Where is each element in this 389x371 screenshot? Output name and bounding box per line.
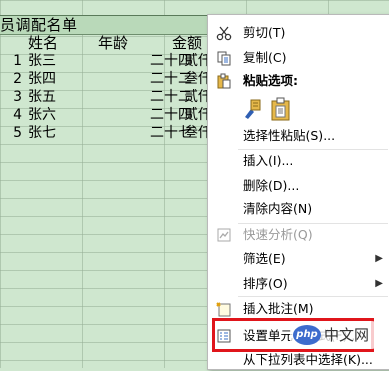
header-name[interactable]: 姓名 bbox=[28, 34, 58, 52]
age-cell[interactable]: 二十四 bbox=[118, 106, 192, 124]
name-cell[interactable]: 张三 bbox=[28, 52, 56, 70]
clipboard-icon bbox=[216, 73, 232, 89]
menu-label: 剪切(T) bbox=[243, 25, 286, 40]
menu-item-insert-comment[interactable]: 插入批注(M) bbox=[208, 298, 389, 320]
row-index: 1 bbox=[13, 53, 22, 69]
watermark-text: 中文网 bbox=[324, 326, 370, 344]
menu-item-delete[interactable]: 删除(D)... bbox=[208, 175, 389, 197]
menu-label: 插入(I)... bbox=[243, 153, 294, 168]
menu-label: 粘贴选项: bbox=[243, 73, 298, 88]
context-menu: 剪切(T) 复制(C) 粘贴选项: 选择性粘贴(S)... 插入(I)... 删… bbox=[207, 14, 389, 370]
row-index: 4 bbox=[13, 107, 22, 123]
menu-item-paste-special[interactable]: 选择性粘贴(S)... bbox=[208, 125, 389, 147]
menu-label: 插入批注(M) bbox=[243, 301, 314, 316]
header-age[interactable]: 年龄 bbox=[98, 34, 128, 52]
menu-divider bbox=[238, 296, 388, 297]
menu-item-clear-contents[interactable]: 清除内容(N) bbox=[208, 198, 389, 220]
paste-formatting-icon[interactable] bbox=[241, 97, 263, 121]
menu-item-insert[interactable]: 插入(I)... bbox=[208, 150, 389, 172]
menu-label: 筛选(E) bbox=[243, 251, 286, 266]
menu-label: 排序(O) bbox=[243, 276, 288, 291]
name-cell[interactable]: 张七 bbox=[28, 124, 56, 142]
quick-analysis-icon bbox=[216, 227, 232, 243]
age-cell[interactable]: 二十二 bbox=[118, 88, 192, 106]
watermark: php 中文网 bbox=[290, 321, 376, 349]
menu-label: 清除内容(N) bbox=[243, 201, 313, 216]
submenu-arrow-icon: ▶ bbox=[375, 278, 383, 289]
scissors-icon bbox=[216, 25, 232, 41]
comment-icon bbox=[216, 301, 232, 317]
age-cell[interactable]: 二十二 bbox=[118, 70, 192, 88]
header-amount[interactable]: 金额 bbox=[172, 34, 202, 52]
menu-item-filter[interactable]: 筛选(E) ▶ bbox=[208, 248, 389, 270]
paste-clipboard-icon[interactable] bbox=[270, 97, 292, 121]
menu-label: 删除(D)... bbox=[243, 178, 300, 193]
menu-item-copy[interactable]: 复制(C) bbox=[208, 47, 389, 69]
name-cell[interactable]: 张五 bbox=[28, 88, 56, 106]
name-cell[interactable]: 张六 bbox=[28, 106, 56, 124]
age-cell[interactable]: 二十七 bbox=[118, 124, 192, 142]
php-logo: php bbox=[293, 325, 321, 345]
row-index: 5 bbox=[13, 125, 22, 141]
paste-options-row bbox=[208, 93, 389, 125]
name-cell[interactable]: 张四 bbox=[28, 70, 56, 88]
menu-item-sort[interactable]: 排序(O) ▶ bbox=[208, 273, 389, 295]
row-index: 3 bbox=[13, 89, 22, 105]
menu-label: 选择性粘贴(S)... bbox=[243, 128, 336, 143]
row-index: 2 bbox=[13, 71, 22, 87]
copy-icon bbox=[216, 50, 232, 66]
menu-section-paste-options: 粘贴选项: bbox=[208, 70, 389, 92]
menu-label: 复制(C) bbox=[243, 50, 287, 65]
menu-label: 快速分析(Q) bbox=[243, 227, 313, 242]
menu-item-cut[interactable]: 剪切(T) bbox=[208, 22, 389, 44]
age-cell[interactable]: 二十四 bbox=[118, 52, 192, 70]
submenu-arrow-icon: ▶ bbox=[375, 253, 383, 264]
menu-item-quick-analysis: 快速分析(Q) bbox=[208, 224, 389, 246]
sheet-title: 员调配名单 bbox=[0, 16, 78, 34]
